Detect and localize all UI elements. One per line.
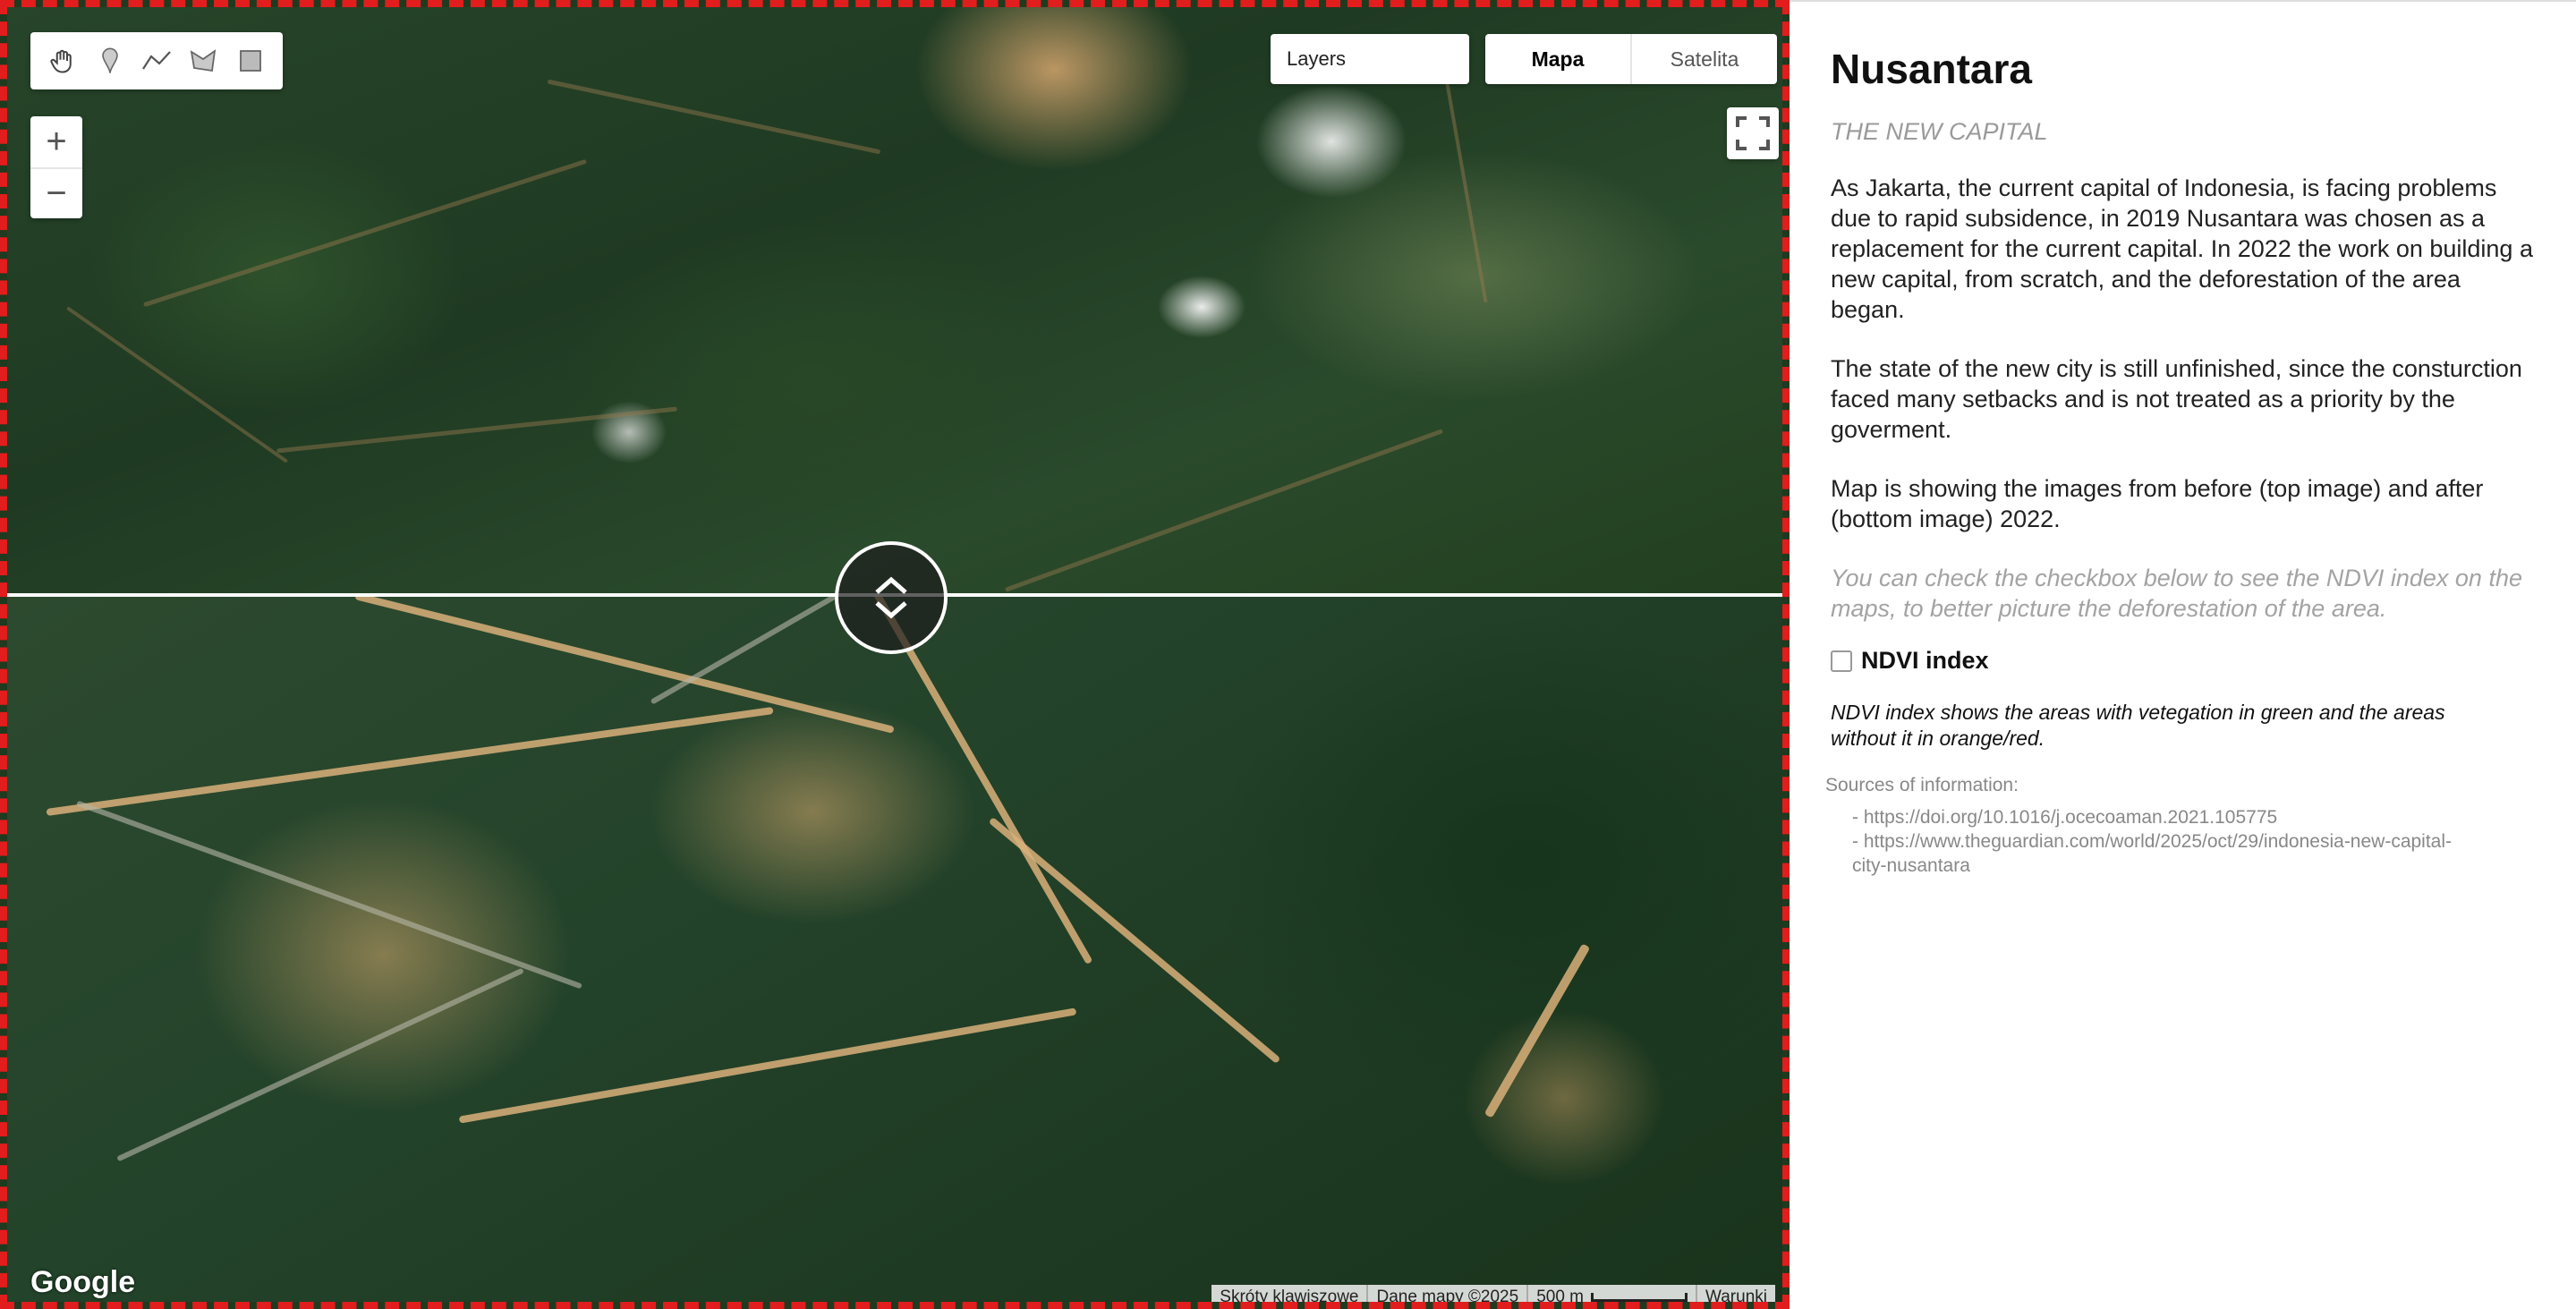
paragraph-history: As Jakarta, the current capital of Indon… <box>1831 174 2533 323</box>
drawing-toolbar <box>30 32 283 89</box>
map-type-control: Mapa Satelita <box>1485 34 1777 84</box>
fullscreen-button[interactable] <box>1727 107 1779 159</box>
map-view[interactable]: + − Layers Mapa Satelita Google Skróty k… <box>0 0 1790 1309</box>
satellite-image-after <box>7 597 1782 1302</box>
polyline-icon <box>142 51 171 70</box>
scale-label: 500 m <box>1536 1287 1585 1306</box>
terms-link[interactable]: Warunki <box>1696 1285 1775 1302</box>
ndvi-checkbox-label[interactable]: NDVI index <box>1861 647 1989 675</box>
sources-title: Sources of information: <box>1825 775 2019 795</box>
polygon-tool-button[interactable] <box>183 41 223 81</box>
zoom-out-button[interactable]: − <box>30 167 82 218</box>
rectangle-icon <box>239 50 261 72</box>
map-data-label[interactable]: Dane mapy ©2025 <box>1366 1285 1526 1302</box>
marker-icon <box>101 47 118 73</box>
map-type-mapa-button[interactable]: Mapa <box>1485 34 1630 84</box>
zoom-in-button[interactable]: + <box>30 116 82 167</box>
hand-icon <box>50 49 72 73</box>
source-link[interactable]: - https://www.theguardian.com/world/2025… <box>1852 829 2478 878</box>
marker-tool-button[interactable] <box>90 41 130 81</box>
polygon-icon <box>191 49 217 72</box>
layers-button[interactable]: Layers <box>1271 34 1469 84</box>
sources-list: - https://doi.org/10.1016/j.ocecoaman.20… <box>1831 805 2540 878</box>
satellite-image-before <box>7 7 1782 593</box>
chevron-down-icon <box>875 601 907 619</box>
info-panel: Nusantara THE NEW CAPITAL As Jakarta, th… <box>1790 0 2576 1309</box>
zoom-control: + − <box>30 116 82 218</box>
page-subtitle: THE NEW CAPITAL <box>1831 118 2048 145</box>
source-link[interactable]: - https://doi.org/10.1016/j.ocecoaman.20… <box>1852 805 2478 829</box>
ndvi-note: NDVI index shows the areas with vetegati… <box>1831 701 2445 750</box>
chevron-up-icon <box>875 576 907 594</box>
rectangle-tool-button[interactable] <box>231 41 270 81</box>
polyline-tool-button[interactable] <box>137 41 176 81</box>
ndvi-toggle[interactable]: NDVI index <box>1831 647 2540 675</box>
map-attribution: Skróty klawiszowe Dane mapy ©2025 500 m … <box>1211 1285 1775 1306</box>
ndvi-checkbox[interactable] <box>1831 650 1852 672</box>
paragraph-map-explanation: Map is showing the images from before (t… <box>1831 475 2484 532</box>
page-title: Nusantara <box>1831 46 2032 92</box>
fullscreen-icon <box>1736 116 1770 150</box>
scale-indicator[interactable]: 500 m <box>1526 1285 1696 1306</box>
paragraph-status: The state of the new city is still unfin… <box>1831 355 2522 443</box>
google-logo: Google <box>30 1265 136 1299</box>
keyboard-shortcuts-link[interactable]: Skróty klawiszowe <box>1211 1285 1366 1303</box>
swipe-handle[interactable] <box>835 541 948 654</box>
hand-tool-button[interactable] <box>43 41 82 81</box>
map-type-satelita-button[interactable]: Satelita <box>1630 34 1777 84</box>
ndvi-hint: You can check the checkbox below to see … <box>1831 565 2522 622</box>
scale-bar <box>1591 1292 1688 1302</box>
